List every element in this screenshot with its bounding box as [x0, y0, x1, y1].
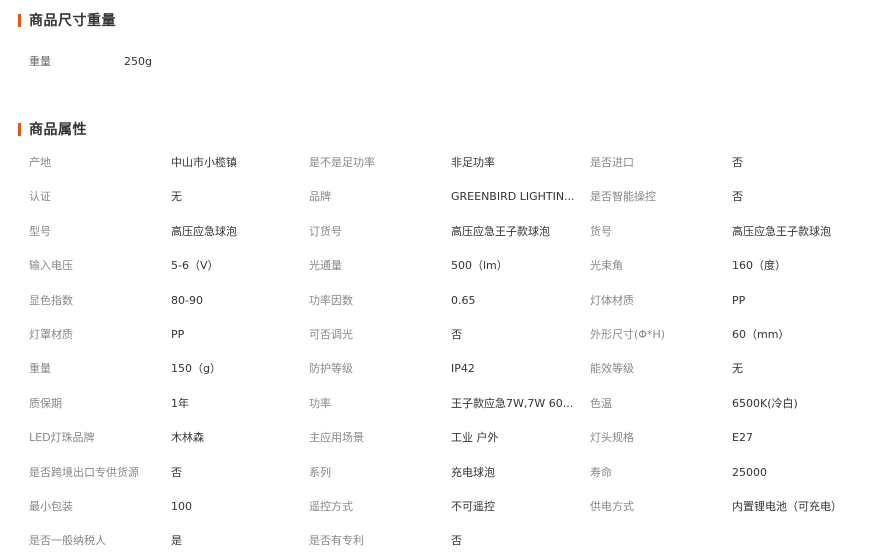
attribute-label: 灯体材质	[590, 293, 634, 307]
attribute-row: 输入电压 5-6（V） 光通量 500（lm） 光束角 160（度）	[29, 257, 859, 291]
attribute-label: 认证	[29, 190, 51, 204]
attribute-value: 否	[732, 190, 743, 204]
attribute-value: 是	[171, 534, 182, 548]
attribute-row: 最小包装 100 遥控方式 不可遥控 供电方式 内置锂电池（可充电）	[29, 498, 859, 532]
attribute-value: PP	[732, 293, 746, 307]
attribute-value: 中山市小榄镇	[171, 156, 237, 169]
attribute-value: 160（度）	[732, 259, 786, 273]
attribute-value: 非足功率	[451, 156, 495, 169]
section-title-size-weight: 商品尺寸重量	[18, 12, 116, 29]
attribute-label: 供电方式	[590, 499, 634, 513]
attribute-label: 是否智能操控	[590, 190, 656, 204]
attribute-label: 重量	[29, 362, 51, 376]
attribute-label: 系列	[309, 465, 331, 479]
attribute-label: 是否进口	[590, 156, 634, 169]
attribute-row: 型号 高压应急球泡 订货号 高压应急王子款球泡 货号 高压应急王子款球泡	[29, 223, 859, 257]
attribute-value: 500（lm）	[451, 259, 508, 273]
attribute-value: 6500K(冷白)	[732, 396, 798, 410]
attribute-value: 5-6（V）	[171, 259, 219, 273]
attribute-value: 否	[451, 327, 462, 341]
attribute-label: 是否跨境出口专供货源	[29, 465, 139, 479]
attribute-label: 色温	[590, 396, 612, 410]
attribute-label: 质保期	[29, 396, 62, 410]
attribute-label: 能效等级	[590, 362, 634, 376]
attribute-value: 王子款应急7W,7W 60...	[451, 396, 574, 410]
attribute-label: 灯罩材质	[29, 327, 73, 341]
section-accent-bar	[18, 13, 21, 27]
attribute-value: 0.65	[451, 293, 476, 307]
attribute-row: 是否一般纳税人 是 是否有专利 否	[29, 532, 859, 556]
attribute-label: 型号	[29, 224, 51, 238]
attribute-value: 高压应急球泡	[171, 224, 237, 238]
attribute-value: 否	[451, 534, 462, 548]
attribute-value: E27	[732, 431, 753, 445]
attribute-label: 功率因数	[309, 293, 353, 307]
attribute-label: 功率	[309, 396, 331, 410]
attribute-value: 工业 户外	[451, 431, 499, 445]
attribute-value: 不可遥控	[451, 499, 495, 513]
attribute-row: LED灯珠品牌 木林森 主应用场景 工业 户外 灯头规格 E27	[29, 429, 859, 463]
attribute-label: 寿命	[590, 465, 612, 479]
attribute-value: 否	[732, 156, 743, 169]
attribute-row: 认证 无 品牌 GREENBIRD LIGHTIN... 是否智能操控 否	[29, 188, 859, 222]
attribute-label: 可否调光	[309, 327, 353, 341]
attribute-row: 灯罩材质 PP 可否调光 否 外形尺寸(Φ*H) 60（mm）	[29, 326, 859, 360]
attribute-value: 充电球泡	[451, 465, 495, 479]
attribute-label: 显色指数	[29, 293, 73, 307]
attribute-value: 否	[171, 465, 182, 479]
attribute-table: 产地 中山市小榄镇 是不是足功率 非足功率 是否进口否认证无品牌 GREENBIRD LI…	[29, 154, 859, 556]
attribute-value: 100	[171, 499, 192, 513]
section-accent-bar	[18, 122, 21, 136]
attribute-label: 货号	[590, 224, 612, 238]
attribute-value: GREENBIRD LIGHTIN...	[451, 190, 575, 204]
attribute-label: 光束角	[590, 259, 623, 273]
attribute-value: 1年	[171, 396, 189, 410]
attribute-label: 光通量	[309, 259, 342, 273]
section-title-text: 商品尺寸重量	[29, 13, 116, 29]
section-title-text: 商品属性	[29, 122, 87, 138]
section-title-attributes: 商品属性	[18, 121, 87, 138]
attribute-label: 防护等级	[309, 362, 353, 376]
attribute-row: 是否跨境出口专供货源 否 系列 充电球泡 寿命 25000	[29, 464, 859, 498]
attribute-row: 重量 150（g） 防护等级 IP42 能效等级 无	[29, 360, 859, 394]
attribute-label: 是不是足功率	[309, 156, 375, 169]
attribute-value: 无	[732, 362, 743, 376]
attribute-label: 产地	[29, 156, 51, 169]
attribute-label: 灯头规格	[590, 431, 634, 445]
attribute-label: 输入电压	[29, 259, 73, 273]
attribute-label: 是否一般纳税人	[29, 534, 106, 548]
attribute-value: 25000	[732, 465, 767, 479]
attribute-label: LED灯珠品牌	[29, 431, 95, 445]
attribute-label: 是否有专利	[309, 534, 364, 548]
attribute-value: 木林森	[171, 431, 204, 445]
attribute-value: IP42	[451, 362, 475, 376]
attribute-value: 内置锂电池（可充电）	[732, 499, 842, 513]
attribute-label: 订货号	[309, 224, 342, 238]
attribute-row: 产地 中山市小榄镇 是不是足功率 非足功率 是否进口 否	[29, 154, 859, 188]
attribute-value: 80-90	[171, 293, 203, 307]
attribute-label: 主应用场景	[309, 431, 364, 445]
attribute-value: 60（mm）	[732, 327, 790, 341]
attribute-label: 品牌	[309, 190, 331, 204]
attribute-row: 显色指数 80-90 功率因数 0.65 灯体材质 PP	[29, 292, 859, 326]
weight-label: 重量	[29, 55, 51, 68]
attribute-value: 无	[171, 190, 182, 204]
attribute-row: 质保期 1年 功率 王子款应急7W,7W 60... 色温 6500K(冷白)	[29, 395, 859, 429]
attribute-value: 150（g）	[171, 362, 221, 376]
attribute-label: 外形尺寸(Φ*H)	[590, 327, 666, 341]
attribute-label: 最小包装	[29, 499, 73, 513]
weight-value: 250g	[124, 55, 152, 68]
attribute-value: 高压应急王子款球泡	[451, 224, 550, 238]
attribute-value: PP	[171, 327, 185, 341]
attribute-value: 高压应急王子款球泡	[732, 224, 831, 238]
attribute-label: 遥控方式	[309, 499, 353, 513]
